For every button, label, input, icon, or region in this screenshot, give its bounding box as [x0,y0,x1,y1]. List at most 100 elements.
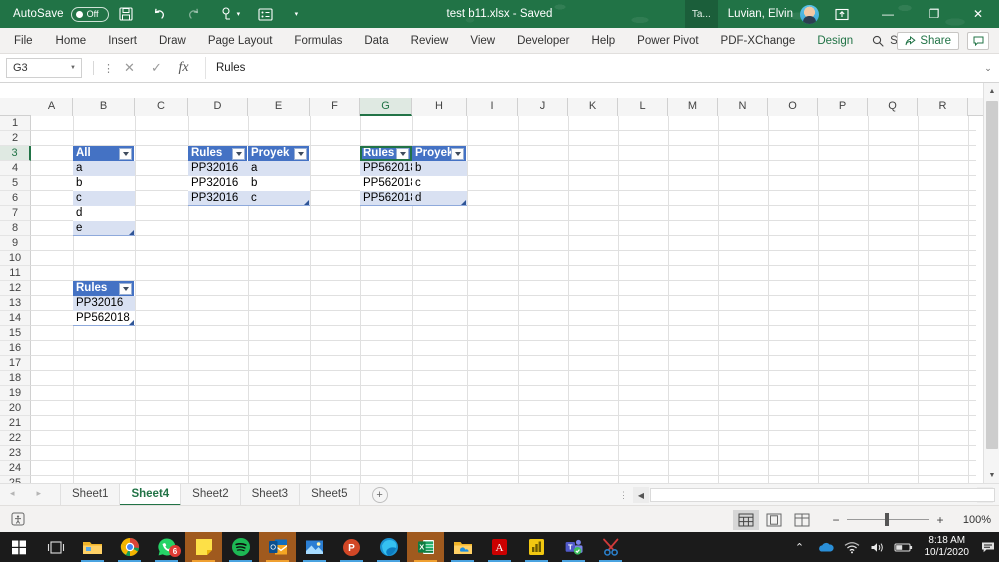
table-cell[interactable]: c [248,191,310,206]
row-header-5[interactable]: 5 [0,176,31,191]
acrobat-reader-icon[interactable]: A [481,532,518,562]
row-header-23[interactable]: 23 [0,446,31,461]
tab-developer[interactable]: Developer [506,28,580,54]
insert-function-icon[interactable]: fx [170,57,197,79]
tab-home[interactable]: Home [45,28,98,54]
table-cell[interactable]: PP32016 [73,296,135,311]
filter-dropdown-icon[interactable] [451,148,464,160]
row-header-16[interactable]: 16 [0,341,31,356]
filter-dropdown-icon[interactable] [294,148,307,160]
table-cell[interactable]: PP562018 [73,311,135,326]
minimize-button[interactable]: — [865,0,911,28]
column-header-r[interactable]: R [918,98,968,116]
row-header-3[interactable]: 3 [0,146,31,161]
spotify-icon[interactable] [222,532,259,562]
table-cell[interactable]: PP562018 [360,191,412,206]
sheet-tab-sheet2[interactable]: Sheet2 [181,484,241,506]
zoom-control[interactable]: − + [829,513,947,527]
snipping-tool-icon[interactable] [592,532,629,562]
table-cell[interactable]: a [73,161,135,176]
zoom-slider[interactable] [847,513,929,526]
column-header-i[interactable]: I [467,98,518,116]
vertical-scroll-thumb[interactable] [986,101,998,449]
notifications-icon[interactable] [977,532,999,562]
vertical-scrollbar[interactable]: ▲ ▼ [983,83,999,483]
page-break-view-icon[interactable] [789,510,815,530]
tab-data[interactable]: Data [353,28,399,54]
tab-help[interactable]: Help [581,28,627,54]
maximize-button[interactable]: ❐ [911,0,957,28]
row-header-1[interactable]: 1 [0,116,31,131]
table-cell[interactable]: PP32016 [188,161,248,176]
scroll-up-icon[interactable]: ▲ [984,83,999,99]
row-header-22[interactable]: 22 [0,431,31,446]
comment-icon[interactable] [967,32,989,50]
cancel-edit-icon[interactable]: ✕ [116,57,143,79]
zoom-slider-thumb[interactable] [885,513,889,526]
filter-dropdown-icon[interactable] [232,148,245,160]
chrome-icon[interactable] [111,532,148,562]
sticky-notes-icon[interactable] [185,532,222,562]
page-layout-view-icon[interactable] [761,510,787,530]
row-header-24[interactable]: 24 [0,461,31,476]
table-cell[interactable]: PP32016 [188,191,248,206]
row-header-8[interactable]: 8 [0,221,31,236]
tab-file[interactable]: File [0,28,45,54]
normal-view-icon[interactable] [733,509,759,530]
ribbon-display-options-icon[interactable] [819,0,865,28]
tab-view[interactable]: View [459,28,506,54]
customize-quick-access-icon[interactable] [249,0,283,28]
horizontal-scrollbar[interactable]: ⋮ ◀ ▶ [619,487,995,503]
row-header-13[interactable]: 13 [0,296,31,311]
undo-icon[interactable] [143,0,177,28]
column-header-p[interactable]: P [818,98,868,116]
quick-access-more-caret-icon[interactable]: ▾ [295,10,307,18]
add-sheet-button[interactable]: + [371,487,388,503]
autosave-toggle[interactable]: Off [70,6,109,22]
sheet-tab-sheet5[interactable]: Sheet5 [300,484,360,506]
sheet-tab-sheet1[interactable]: Sheet1 [60,484,121,506]
tab-review[interactable]: Review [400,28,460,54]
row-header-4[interactable]: 4 [0,161,31,176]
close-button[interactable]: ✕ [957,0,999,28]
redo-icon[interactable] [177,0,211,28]
zoom-out-button[interactable]: − [829,513,843,527]
row-header-10[interactable]: 10 [0,251,31,266]
whatsapp-icon[interactable]: 6 [148,532,185,562]
tab-formulas[interactable]: Formulas [283,28,353,54]
row-header-21[interactable]: 21 [0,416,31,431]
cell-area[interactable]: All a b c d e Rules Proyek PP32016 a PP32016 b PP320… [31,116,976,483]
sheet-prev-icon[interactable]: ◂ [10,488,15,499]
row-header-20[interactable]: 20 [0,401,31,416]
table-resize-handle[interactable] [129,320,134,325]
onedrive-icon[interactable] [813,532,839,562]
row-header-12[interactable]: 12 [0,281,31,296]
volume-icon[interactable] [865,532,891,562]
taskbar-clock[interactable]: 8:18 AM 10/1/2020 [925,535,970,559]
file-explorer-icon[interactable] [74,532,111,562]
user-name[interactable]: Luvian, Elvin [728,8,793,20]
row-header-9[interactable]: 9 [0,236,31,251]
wifi-icon[interactable] [839,532,865,562]
column-header-f[interactable]: F [310,98,360,116]
scroll-down-icon[interactable]: ▼ [984,467,999,483]
column-header-h[interactable]: H [412,98,467,116]
sheet-navigation[interactable]: ◂ ▸ [10,488,41,499]
confirm-edit-icon[interactable]: ✓ [143,57,170,79]
table-cell[interactable]: c [412,176,467,191]
tab-design[interactable]: Design [806,28,864,54]
task-view-button[interactable] [37,532,74,562]
tab-draw[interactable]: Draw [148,28,197,54]
column-header-m[interactable]: M [668,98,718,116]
teams-icon[interactable]: T [555,532,592,562]
column-header-j[interactable]: J [518,98,568,116]
expand-formula-bar-icon[interactable]: ⌄ [977,63,999,74]
row-header-2[interactable]: 2 [0,131,31,146]
sheet-tab-sheet4[interactable]: Sheet4 [120,484,182,506]
row-header-19[interactable]: 19 [0,386,31,401]
scrollbar-grip[interactable]: ⋮ [619,490,628,501]
table-cell[interactable]: e [73,221,135,236]
show-hidden-icons[interactable]: ⌃ [787,532,813,562]
table-resize-handle[interactable] [129,230,134,235]
column-header-b[interactable]: B [73,98,135,116]
